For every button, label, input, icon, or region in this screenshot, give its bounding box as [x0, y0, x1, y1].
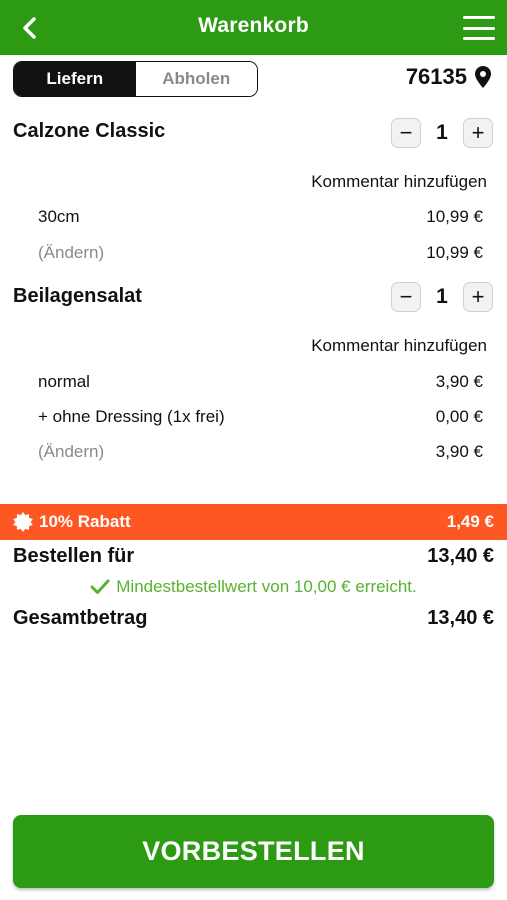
- increase-button[interactable]: +: [463, 118, 493, 148]
- option-label: + ohne Dressing (1x frei): [38, 407, 225, 426]
- decrease-button[interactable]: −: [391, 282, 421, 312]
- discount-amount: 1,49 €: [446, 512, 494, 531]
- min-order-notice: Mindestbestellwert von 10,00 € erreicht.: [0, 577, 507, 597]
- total-label: Gesamtbetrag: [13, 607, 148, 629]
- preorder-button[interactable]: VORBESTELLEN: [13, 815, 494, 888]
- item-option-row: + ohne Dressing (1x frei) 0,00 €: [38, 407, 483, 427]
- zip-code: 76135: [405, 64, 467, 89]
- delivery-mode-toggle: Liefern Abholen: [13, 61, 258, 97]
- location-pin-icon: [475, 66, 491, 88]
- badge-icon: [13, 512, 33, 532]
- page-title: Warenkorb: [198, 14, 309, 37]
- item-subtotal: 10,99 €: [426, 243, 483, 262]
- quantity-value: 1: [436, 121, 448, 144]
- option-price: 10,99 €: [426, 207, 483, 226]
- quantity-value: 1: [436, 285, 448, 308]
- add-comment-link[interactable]: Kommentar hinzufügen: [311, 172, 487, 192]
- total-amount: 13,40 €: [427, 607, 494, 629]
- total-row: Gesamtbetrag 13,40 €: [13, 607, 494, 630]
- toggle-deliver[interactable]: Liefern: [14, 62, 136, 96]
- item-option-row: normal 3,90 €: [38, 372, 483, 392]
- hamburger-menu-icon[interactable]: [461, 14, 497, 42]
- min-order-text: Mindestbestellwert von 10,00 € erreicht.: [116, 577, 417, 596]
- quantity-stepper: − 1 +: [391, 282, 493, 312]
- item-change-row: (Ändern) 3,90 €: [38, 442, 483, 462]
- app-header: Warenkorb: [0, 0, 507, 55]
- item-option-row: 30cm 10,99 €: [38, 207, 483, 227]
- decrease-button[interactable]: −: [391, 118, 421, 148]
- location-selector[interactable]: 76135: [406, 64, 491, 90]
- item-change-row: (Ändern) 10,99 €: [38, 243, 483, 263]
- order-for-label: Bestellen für: [13, 545, 135, 567]
- option-price: 3,90 €: [435, 372, 483, 391]
- toggle-pickup[interactable]: Abholen: [135, 62, 257, 96]
- option-label: 30cm: [38, 207, 80, 226]
- checkmark-icon: [90, 579, 110, 594]
- option-price: 0,00 €: [435, 407, 483, 426]
- increase-button[interactable]: +: [463, 282, 493, 312]
- discount-label: 10% Rabatt: [39, 512, 131, 531]
- cart-item-name: Calzone Classic: [13, 120, 166, 142]
- cart-item-name: Beilagensalat: [13, 285, 142, 307]
- option-label: normal: [38, 372, 90, 391]
- change-link[interactable]: (Ändern): [38, 442, 104, 462]
- item-subtotal: 3,90 €: [435, 442, 483, 461]
- add-comment-link[interactable]: Kommentar hinzufügen: [311, 336, 487, 356]
- order-for-amount: 13,40 €: [427, 545, 494, 567]
- discount-bar: 10% Rabatt 1,49 €: [0, 504, 507, 540]
- order-for-row: Bestellen für 13,40 €: [13, 545, 494, 568]
- change-link[interactable]: (Ändern): [38, 243, 104, 263]
- quantity-stepper: − 1 +: [391, 118, 493, 148]
